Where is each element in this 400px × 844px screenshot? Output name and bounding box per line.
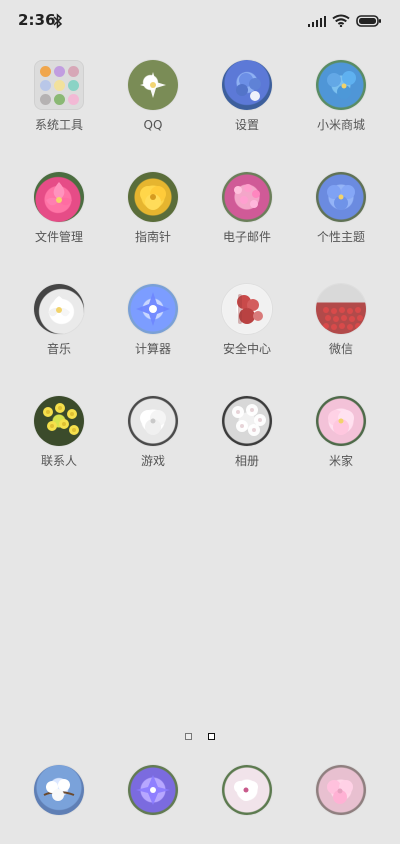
games-icon [128,396,178,446]
app-label: 相册 [234,454,259,468]
dock-browser[interactable] [207,765,287,825]
app-compass[interactable]: 指南针 [113,172,193,266]
app-file-manager[interactable]: 文件管理 [19,172,99,266]
app-mijia[interactable]: 米家 [301,396,381,490]
page-dot[interactable] [185,733,193,740]
app-themes[interactable]: 个性主题 [301,172,381,266]
app-system-tools[interactable]: 系统工具 [19,60,99,154]
dock [0,765,400,825]
gallery-icon [222,396,272,446]
dock-camera[interactable] [301,765,381,825]
app-label: 微信 [328,342,353,356]
app-gallery[interactable]: 相册 [207,396,287,490]
app-qq[interactable]: QQ [113,60,193,154]
wechat-icon [316,284,366,334]
status-right [308,14,382,27]
phone-icon [34,765,84,815]
app-label: 系统工具 [34,118,83,132]
app-label: QQ [143,118,163,132]
app-music[interactable]: 音乐 [19,284,99,378]
status-time: 2:36 [18,11,56,29]
app-label: 小米商城 [316,118,365,132]
app-label: 安全中心 [222,342,271,356]
contacts-icon [34,396,84,446]
app-wechat[interactable]: 微信 [301,284,381,378]
dock-messages[interactable] [113,765,193,825]
dock-phone[interactable] [19,765,99,825]
messages-icon [128,765,178,815]
file-manager-icon [34,172,84,222]
app-security[interactable]: 安全中心 [207,284,287,378]
settings-icon [222,60,272,110]
app-label: 设置 [234,118,259,132]
wifi-icon [332,14,350,27]
app-contacts[interactable]: 联系人 [19,396,99,490]
app-label: 音乐 [46,342,71,356]
app-label: 游戏 [140,454,165,468]
browser-icon [222,765,272,815]
app-label: 文件管理 [34,230,83,244]
security-icon [222,284,272,334]
app-mi-store[interactable]: 小米商城 [301,60,381,154]
page-dot-active[interactable] [207,733,215,740]
app-games[interactable]: 游戏 [113,396,193,490]
compass-icon [128,172,178,222]
qq-icon [128,60,178,110]
camera-icon [316,765,366,815]
app-settings[interactable]: 设置 [207,60,287,154]
app-label: 联系人 [40,454,77,468]
mi-store-icon [316,60,366,110]
signal-bars-icon [308,15,326,27]
mijia-icon [316,396,366,446]
app-calculator[interactable]: 计算器 [113,284,193,378]
calculator-icon [128,284,178,334]
battery-icon [356,14,382,27]
app-label: 电子邮件 [222,230,271,244]
page-indicator [0,725,400,740]
themes-icon [316,172,366,222]
music-icon [34,284,84,334]
folder-icon [34,60,84,110]
app-label: 指南针 [134,230,171,244]
app-email[interactable]: 电子邮件 [207,172,287,266]
app-label: 米家 [328,454,353,468]
bluetooth-icon [52,13,64,29]
status-bar: 2:36 [0,0,400,44]
app-label: 个性主题 [316,230,365,244]
email-icon [222,172,272,222]
app-label: 计算器 [134,342,171,356]
